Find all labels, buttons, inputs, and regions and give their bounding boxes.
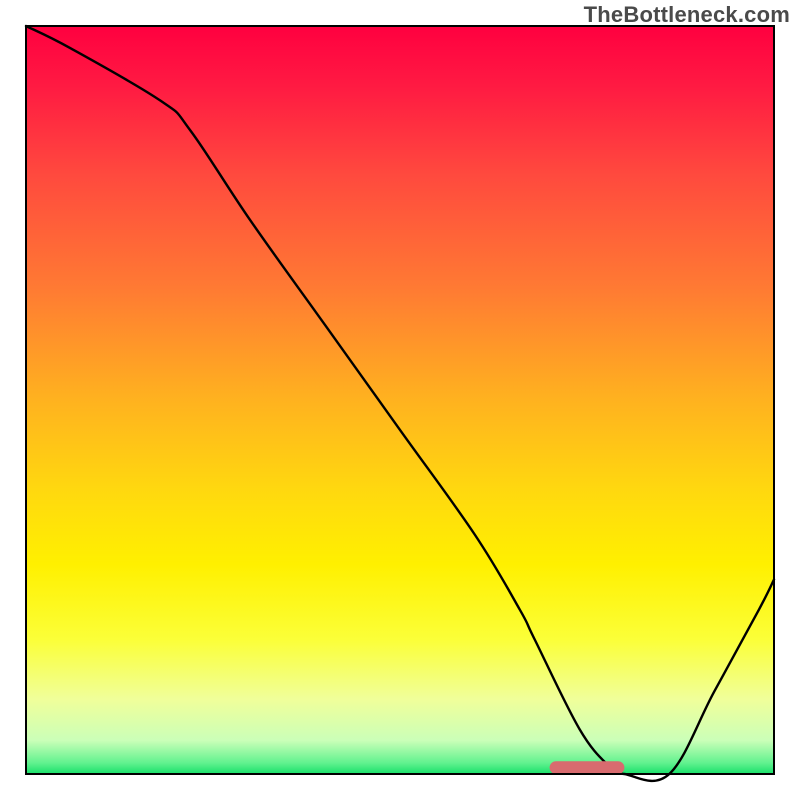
chart-background — [26, 26, 774, 774]
optimal-range-marker — [550, 761, 625, 774]
attribution-label: TheBottleneck.com — [584, 2, 790, 28]
chart-container: TheBottleneck.com — [0, 0, 800, 800]
bottleneck-chart — [0, 0, 800, 800]
